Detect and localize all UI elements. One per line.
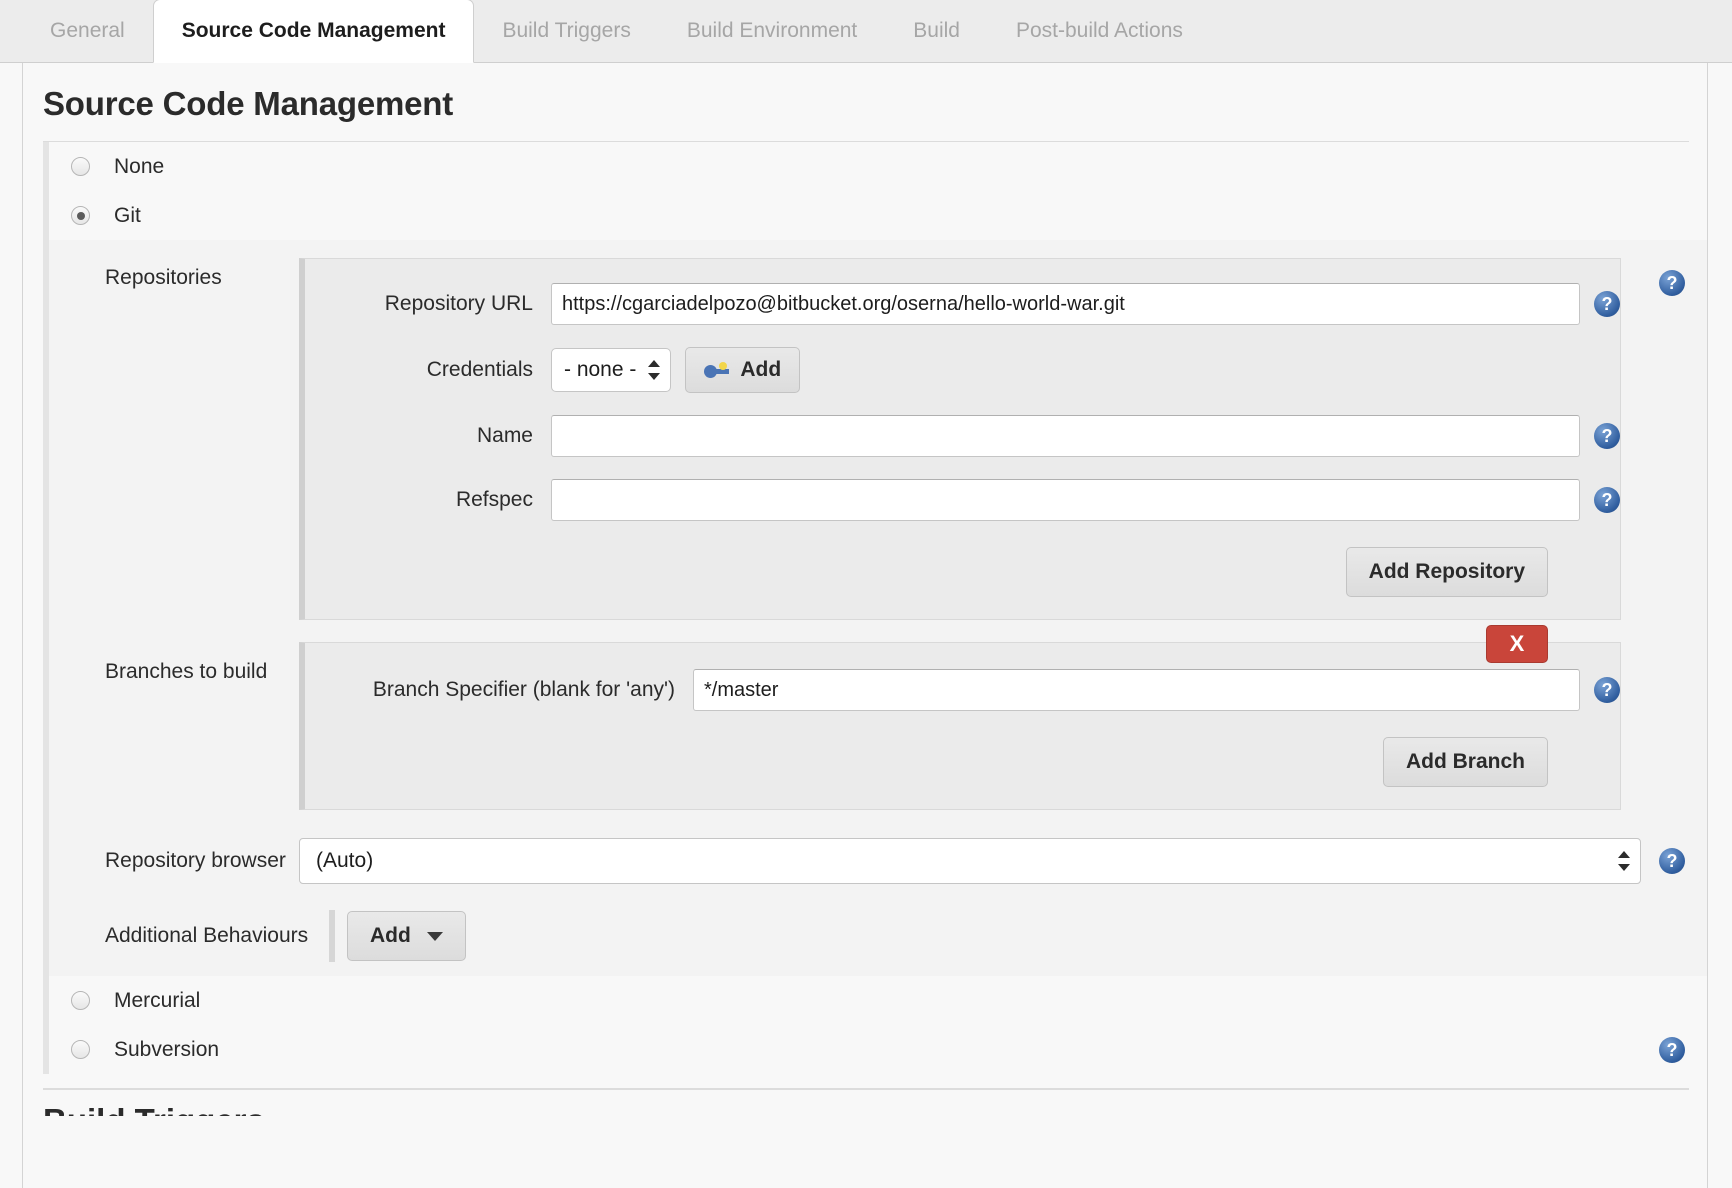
repository-name-label: Name xyxy=(476,424,533,447)
credentials-label: Credentials xyxy=(426,358,533,381)
repository-url-label: Repository URL xyxy=(384,292,533,315)
add-repository-row: Add Repository xyxy=(305,547,1620,597)
branch-specifier-row: Branch Specifier (blank for 'any') ? xyxy=(305,669,1620,711)
tab-general[interactable]: General xyxy=(22,0,153,62)
add-credentials-button[interactable]: Add xyxy=(685,347,801,393)
scm-option-mercurial-label: Mercurial xyxy=(114,988,201,1012)
repository-browser-value: (Auto) xyxy=(316,849,374,872)
add-behaviour-label: Add xyxy=(370,924,411,947)
delete-branch-button[interactable]: X xyxy=(1486,625,1548,663)
add-behaviour-button[interactable]: Add xyxy=(347,911,466,961)
repository-browser-label: Repository browser xyxy=(105,849,286,872)
scm-option-subversion[interactable]: Subversion ? xyxy=(49,1025,1707,1074)
scm-option-subversion-label: Subversion xyxy=(114,1037,220,1061)
branches-to-build-row: Branches to build X Branch Specifier (bl… xyxy=(49,625,1707,810)
branch-specifier-label: Branch Specifier (blank for 'any') xyxy=(372,678,675,701)
branches-to-build-label: Branches to build xyxy=(105,660,268,683)
chevron-down-icon xyxy=(426,931,443,941)
credentials-select-value: - none - xyxy=(564,358,637,381)
radio-git[interactable] xyxy=(71,206,90,225)
refspec-input[interactable] xyxy=(551,479,1580,521)
help-icon-repositories[interactable]: ? xyxy=(1659,270,1685,296)
next-section-title: Build Triggers xyxy=(23,1090,1707,1116)
config-tab-bar: General Source Code Management Build Tri… xyxy=(0,0,1732,63)
tab-build[interactable]: Build xyxy=(885,0,988,62)
radio-none[interactable] xyxy=(71,157,90,176)
additional-behaviours-row: Additional Behaviours Add xyxy=(49,910,1707,962)
refspec-label: Refspec xyxy=(455,488,533,511)
branches-panel: X Branch Specifier (blank for 'any') ? A… xyxy=(299,625,1621,810)
help-icon-subversion[interactable]: ? xyxy=(1659,1037,1685,1063)
add-credentials-label: Add xyxy=(740,358,782,381)
page-title: Source Code Management xyxy=(43,85,454,122)
repositories-label: Repositories xyxy=(105,266,222,289)
select-arrows-icon xyxy=(648,359,661,381)
scm-option-git[interactable]: Git xyxy=(49,191,1707,240)
add-repository-button[interactable]: Add Repository xyxy=(1345,547,1548,597)
scm-option-none-label: None xyxy=(114,154,165,178)
repository-url-input[interactable] xyxy=(551,283,1580,325)
config-content-card: Source Code Management None Git Reposito… xyxy=(22,63,1708,1188)
help-icon-repository-url[interactable]: ? xyxy=(1594,291,1620,317)
select-arrows-icon-browser xyxy=(1618,850,1630,872)
repository-url-row: Repository URL ? xyxy=(305,283,1620,325)
refspec-row: Refspec ? xyxy=(305,479,1620,521)
repository-name-input[interactable] xyxy=(551,415,1580,457)
scm-option-mercurial[interactable]: Mercurial xyxy=(49,976,1707,1025)
tab-build-environment[interactable]: Build Environment xyxy=(659,0,885,62)
jenkins-job-config-page: General Source Code Management Build Tri… xyxy=(0,0,1732,1188)
additional-behaviours-label: Additional Behaviours xyxy=(105,924,309,947)
add-branch-button[interactable]: Add Branch xyxy=(1382,737,1548,787)
help-icon-branch-specifier[interactable]: ? xyxy=(1594,677,1620,703)
help-icon-repository-browser[interactable]: ? xyxy=(1659,848,1685,874)
repository-browser-select[interactable]: (Auto) xyxy=(299,838,1641,884)
credentials-select[interactable]: - none - xyxy=(551,348,672,392)
repository-name-row: Name ? xyxy=(305,415,1620,457)
radio-subversion[interactable] xyxy=(71,1040,90,1059)
scm-radio-group-bottom: Mercurial Subversion ? xyxy=(43,976,1707,1074)
tab-build-triggers[interactable]: Build Triggers xyxy=(474,0,658,62)
scm-option-git-label: Git xyxy=(114,203,141,227)
radio-mercurial[interactable] xyxy=(71,991,90,1010)
repository-browser-row: Repository browser (Auto) ? xyxy=(49,838,1707,884)
help-icon-refspec[interactable]: ? xyxy=(1594,487,1620,513)
branch-specifier-input[interactable] xyxy=(693,669,1580,711)
key-icon xyxy=(704,361,730,379)
tab-source-code-management[interactable]: Source Code Management xyxy=(152,0,475,63)
credentials-row: Credentials - none - Add xyxy=(305,347,1620,393)
add-branch-row: Add Branch xyxy=(305,737,1620,787)
scm-option-none[interactable]: None xyxy=(49,142,1707,191)
tab-post-build-actions[interactable]: Post-build Actions xyxy=(988,0,1211,62)
git-scm-section: Repositories Repository URL ? Credential… xyxy=(43,240,1707,976)
scm-radio-group-top: None Git xyxy=(43,142,1707,240)
repositories-panel: Repository URL ? Credentials - none - xyxy=(299,258,1621,620)
repositories-row: Repositories Repository URL ? Credential… xyxy=(49,258,1707,620)
help-icon-repository-name[interactable]: ? xyxy=(1594,423,1620,449)
